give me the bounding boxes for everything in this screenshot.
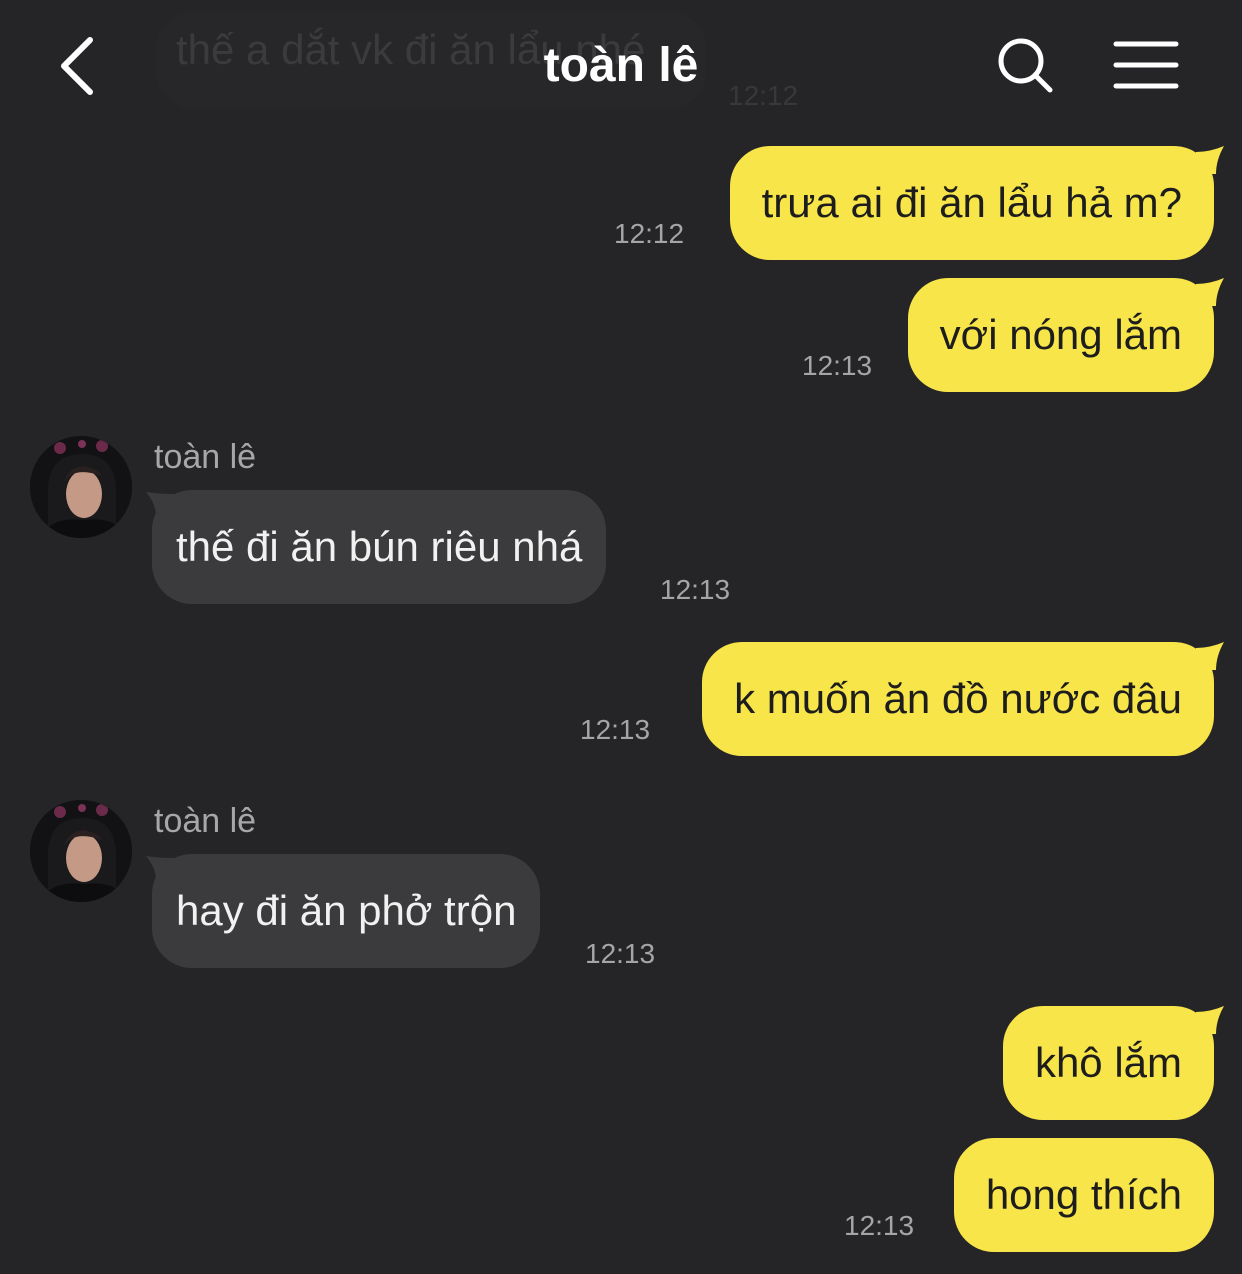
message-text: khô lắm	[1034, 1039, 1182, 1086]
bubble-tail	[1196, 146, 1224, 174]
avatar-photo	[30, 800, 132, 902]
bubble-tail	[1196, 1006, 1224, 1034]
outgoing-message-bubble[interactable]: trưa ai đi ăn lẩu hả m?	[729, 146, 1214, 260]
outgoing-message-bubble[interactable]: khô lắm	[1002, 1006, 1214, 1120]
avatar-photo	[30, 436, 132, 538]
contact-avatar[interactable]	[30, 800, 132, 902]
message-time: 12:13	[580, 714, 651, 745]
message-text: hay đi ăn phở trộn	[176, 887, 517, 934]
search-icon	[998, 38, 1053, 93]
message-text: k muốn ăn đồ nước đâu	[734, 675, 1182, 722]
outgoing-message-bubble[interactable]: với nóng lắm	[907, 278, 1214, 392]
hamburger-menu-icon	[1113, 41, 1179, 89]
message-time: 12:13	[660, 574, 731, 605]
chat-header: toàn lê	[0, 0, 1242, 130]
bubble-tail	[1196, 642, 1224, 670]
search-button[interactable]	[994, 34, 1058, 98]
message-text: trưa ai đi ăn lẩu hả m?	[761, 179, 1182, 226]
menu-button[interactable]	[1112, 38, 1180, 94]
message-time: 12:12	[614, 218, 685, 249]
message-text: với nóng lắm	[939, 311, 1182, 358]
chat-screen: thế a dắt vk đi ăn lẩu nhé 12:12 toàn lê…	[0, 0, 1242, 1274]
message-text: hong thích	[985, 1171, 1182, 1218]
outgoing-message-bubble[interactable]: hong thích	[953, 1138, 1214, 1252]
bubble-tail	[1196, 278, 1224, 306]
incoming-message-bubble[interactable]: hay đi ăn phở trộn	[152, 854, 541, 968]
contact-avatar[interactable]	[30, 436, 132, 538]
sender-name: toàn lê	[154, 802, 257, 840]
message-time: 12:13	[585, 938, 656, 969]
sender-name: toàn lê	[154, 438, 257, 476]
message-time: 12:13	[844, 1210, 915, 1241]
message-text: thế đi ăn bún riêu nhá	[176, 523, 583, 570]
outgoing-message-bubble[interactable]: k muốn ăn đồ nước đâu	[702, 642, 1214, 756]
incoming-message-bubble[interactable]: thế đi ăn bún riêu nhá	[152, 490, 607, 604]
message-time: 12:13	[802, 350, 873, 381]
